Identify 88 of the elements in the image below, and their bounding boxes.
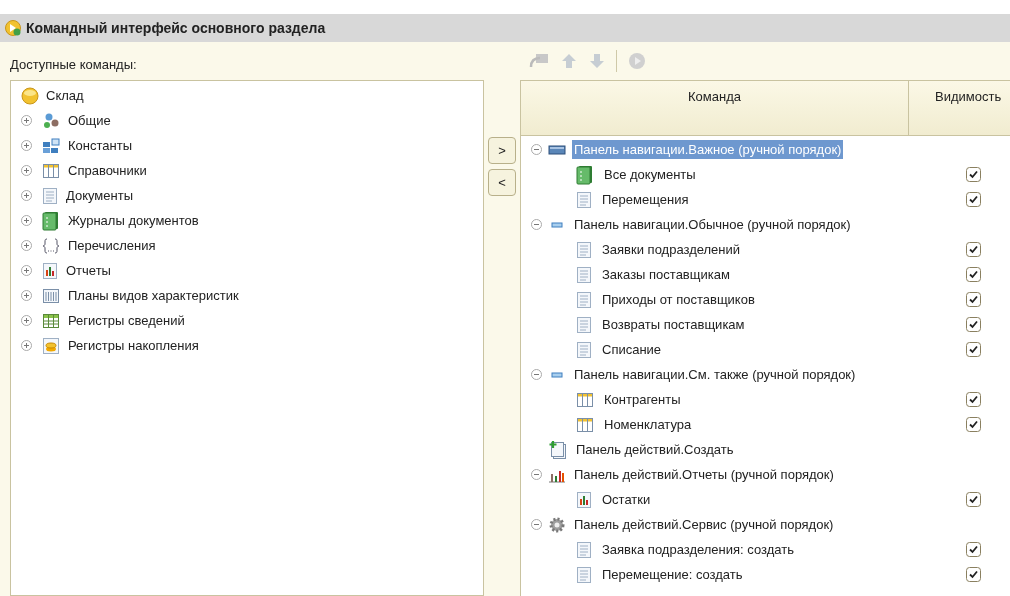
column-header[interactable]: Видимость [909,81,1010,135]
command-row[interactable]: Все документы [602,164,698,185]
visibility-checkbox[interactable] [966,492,981,507]
tree-item[interactable]: Документы [42,185,133,206]
move-button[interactable]: > [488,137,516,164]
expand-icon[interactable] [21,340,32,351]
expand-icon[interactable] [21,165,32,176]
visibility-checkbox[interactable] [966,292,981,307]
tree-item[interactable]: Склад [21,83,483,108]
document-icon [576,565,592,584]
expand-icon[interactable] [21,190,32,201]
document-icon [576,265,592,284]
tree-item[interactable]: Регистры сведений [42,310,185,331]
panel-icon [548,143,566,156]
ball-icon [21,86,39,105]
visibility-checkbox[interactable] [966,242,981,257]
command-row[interactable]: Перемещение: создать [600,564,745,585]
tree-item[interactable]: Регистры накопления [42,335,199,356]
visibility-checkbox[interactable] [966,542,981,557]
collapse-icon[interactable] [531,469,542,480]
visibility-checkbox[interactable] [966,392,981,407]
collapse-icon[interactable] [531,519,542,530]
expand-icon[interactable] [21,215,32,226]
command-row[interactable]: Перемещения [600,189,691,210]
expand-icon[interactable] [21,115,32,126]
tree-item[interactable]: Константы [42,135,132,156]
grid-icon [42,312,60,329]
column-header[interactable]: Команда [521,81,909,135]
tree-item[interactable]: Перечисления [42,235,156,256]
panel-label: Доступные команды: [10,56,138,74]
collapse-icon[interactable] [531,369,542,380]
visibility-checkbox[interactable] [966,417,981,432]
collapse-icon[interactable] [531,219,542,230]
command-row[interactable]: Списание [600,339,664,360]
command-row[interactable]: Панель навигации.См. также (ручной порядок) [572,364,858,385]
bar-chart-icon [42,261,58,280]
command-row[interactable]: Возвраты поставщикам [600,314,747,335]
table-icon [576,391,594,408]
journal-icon [42,210,60,231]
blocks-icon [42,137,60,154]
gear-icon [548,515,566,534]
command-row[interactable]: Панель действий.Отчеты (ручной порядок) [572,464,836,485]
expand-icon[interactable] [21,240,32,251]
command-row[interactable]: Заявка подразделения: создать [600,539,796,560]
document-icon [576,340,592,359]
app-icon [4,19,22,37]
document-icon [576,315,592,334]
command-row[interactable]: Панель действий.Сервис (ручной порядок) [572,514,836,535]
tree-item[interactable]: Общие [42,110,111,131]
document-icon [576,240,592,259]
command-row[interactable]: Панель навигации.Обычное (ручной порядок) [572,214,853,235]
command-row[interactable]: Заявки подразделений [600,239,743,260]
expand-icon[interactable] [21,290,32,301]
expand-icon[interactable] [21,265,32,276]
braces-icon [42,236,60,255]
tree-item[interactable]: Отчеты [42,260,111,281]
command-row[interactable]: Остатки [600,489,653,510]
expand-icon[interactable] [21,140,32,151]
visibility-checkbox[interactable] [966,267,981,282]
visibility-checkbox[interactable] [966,192,981,207]
command-row[interactable]: Панель действий.Создать [574,439,736,460]
visibility-checkbox[interactable] [966,342,981,357]
tree-item[interactable]: Журналы документов [42,210,199,231]
journal-icon [576,164,594,185]
table-icon [576,416,594,433]
grid-icon [42,287,60,304]
command-row[interactable]: Заказы поставщикам [600,264,732,285]
table-icon [42,162,60,179]
new-document-icon [548,439,568,460]
window-title: Командный интерфейс основного раздела [26,18,326,38]
expand-icon[interactable] [21,315,32,326]
visibility-checkbox[interactable] [966,167,981,182]
coins-icon [42,336,60,355]
collapse-icon[interactable] [531,144,542,155]
tree-item[interactable]: Справочники [42,160,147,181]
command-row[interactable]: Приходы от поставщиков [600,289,757,310]
document-icon [576,540,592,559]
circles-icon [42,112,60,129]
document-icon [576,290,592,309]
visibility-checkbox[interactable] [966,567,981,582]
move-button[interactable]: < [488,169,516,196]
visibility-checkbox[interactable] [966,317,981,332]
document-icon [42,186,58,205]
bar-chart-icon [576,490,592,509]
document-icon [576,190,592,209]
tree-item[interactable]: Планы видов характеристик [42,285,239,306]
command-row[interactable]: Номенклатура [602,414,694,435]
command-row[interactable]: Контрагенты [602,389,683,410]
